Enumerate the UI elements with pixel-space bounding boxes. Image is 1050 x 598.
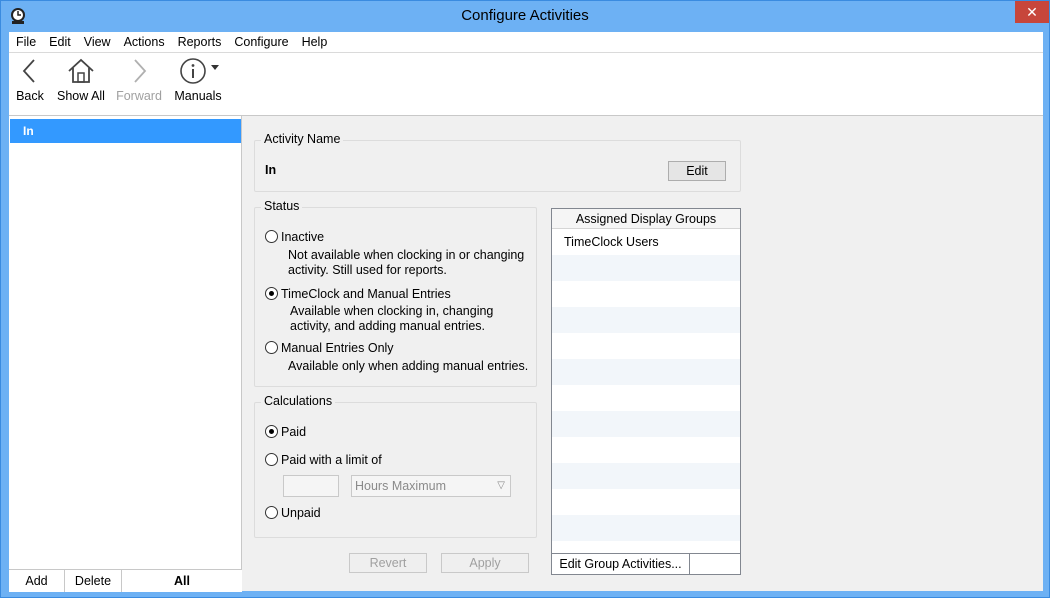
calc-paid-option[interactable]: Paid xyxy=(265,425,306,439)
display-groups-footer: Edit Group Activities... xyxy=(552,553,740,574)
status-manual-option[interactable]: Manual Entries Only xyxy=(265,341,394,355)
activity-details: Activity Name In Edit Status Inactive No… xyxy=(243,116,1043,592)
radio-button[interactable] xyxy=(265,453,278,466)
calc-unpaid-label: Unpaid xyxy=(281,506,321,520)
limit-hours-input[interactable] xyxy=(283,475,339,497)
calc-paid-label: Paid xyxy=(281,425,307,439)
menu-bar: File Edit View Actions Reports Configure… xyxy=(9,32,1043,52)
menu-view[interactable]: View xyxy=(77,35,117,49)
list-row-empty xyxy=(552,437,740,463)
show-all-button[interactable]: Show All xyxy=(56,57,106,113)
close-button[interactable]: ✕ xyxy=(1015,1,1049,23)
status-inactive-label: Inactive xyxy=(281,230,325,244)
menu-file[interactable]: File xyxy=(9,35,42,49)
edit-name-button[interactable]: Edit xyxy=(668,161,726,181)
back-button[interactable]: Back xyxy=(15,57,45,113)
calculations-heading: Calculations xyxy=(261,394,336,408)
list-row-empty xyxy=(552,515,740,541)
limit-unit-value: Hours Maximum xyxy=(355,479,446,493)
content-area: In Add Delete All Activity Name In Edit … xyxy=(9,115,1043,592)
apply-button[interactable]: Apply xyxy=(441,553,529,573)
window-title: Configure Activities xyxy=(461,7,589,24)
menu-actions[interactable]: Actions xyxy=(117,35,171,49)
manuals-button[interactable]: Manuals xyxy=(173,57,223,113)
app-window: Configure Activities ✕ File Edit View Ac… xyxy=(0,0,1050,598)
radio-button[interactable] xyxy=(265,506,278,519)
list-row-empty xyxy=(552,281,740,307)
menu-reports[interactable]: Reports xyxy=(171,35,228,49)
status-timeclock-label: TimeClock and Manual Entries xyxy=(281,287,451,301)
list-row-empty xyxy=(552,307,740,333)
list-item[interactable]: TimeClock Users xyxy=(552,229,740,255)
manuals-label: Manuals xyxy=(174,89,222,103)
activity-name-group: Activity Name In Edit xyxy=(254,132,741,192)
status-inactive-option[interactable]: Inactive xyxy=(265,230,324,244)
list-row-empty xyxy=(552,255,740,281)
radio-button[interactable] xyxy=(265,230,278,243)
menu-help[interactable]: Help xyxy=(295,35,334,49)
display-groups-panel: Assigned Display Groups TimeClock Users … xyxy=(551,208,741,575)
status-manual-label: Manual Entries Only xyxy=(281,341,394,355)
edit-group-activities-button[interactable]: Edit Group Activities... xyxy=(552,554,690,574)
radio-button[interactable] xyxy=(265,425,278,438)
calc-paid-limit-option[interactable]: Paid with a limit of xyxy=(265,453,382,467)
activity-name-heading: Activity Name xyxy=(261,132,344,146)
status-timeclock-option[interactable]: TimeClock and Manual Entries xyxy=(265,287,451,301)
limit-unit-select[interactable]: Hours Maximum ▽ xyxy=(351,475,511,497)
forward-arrow-icon xyxy=(134,59,147,83)
info-icon xyxy=(180,58,219,84)
back-arrow-icon xyxy=(22,59,35,83)
list-row-empty xyxy=(552,333,740,359)
activity-name-value: In xyxy=(265,163,277,177)
activity-list: In Add Delete All xyxy=(9,116,242,592)
delete-button[interactable]: Delete xyxy=(65,570,122,592)
list-actions: Add Delete All xyxy=(9,569,242,592)
list-row-empty xyxy=(552,385,740,411)
list-item[interactable]: In xyxy=(10,119,241,143)
add-button[interactable]: Add xyxy=(9,570,65,592)
title-bar: Configure Activities ✕ xyxy=(1,1,1049,32)
status-inactive-description: Not available when clocking in or changi… xyxy=(288,248,525,277)
home-icon xyxy=(68,58,94,83)
chevron-down-icon: ▽ xyxy=(497,480,505,491)
toolbar: Back Show All Forward Manuals xyxy=(9,52,1043,115)
list-row-empty xyxy=(552,411,740,437)
list-row-empty xyxy=(552,489,740,515)
status-heading: Status xyxy=(261,199,303,213)
list-row-empty xyxy=(552,359,740,385)
calculations-group: Calculations Paid Paid with a limit of H… xyxy=(254,394,537,538)
radio-button[interactable] xyxy=(265,341,278,354)
forward-button[interactable]: Forward xyxy=(115,57,163,113)
status-timeclock-description: Available when clocking in, changing act… xyxy=(290,304,494,333)
status-manual-description: Available only when adding manual entrie… xyxy=(288,359,529,373)
back-label: Back xyxy=(16,89,44,103)
menu-edit[interactable]: Edit xyxy=(42,35,77,49)
calc-unpaid-option[interactable]: Unpaid xyxy=(265,506,321,520)
status-group: Status Inactive Not available when clock… xyxy=(254,199,537,387)
calc-paid-limit-label: Paid with a limit of xyxy=(281,453,382,467)
display-groups-header[interactable]: Assigned Display Groups xyxy=(552,209,740,229)
list-row-empty xyxy=(552,463,740,489)
menu-configure[interactable]: Configure xyxy=(227,35,294,49)
all-filter-button[interactable]: All xyxy=(122,570,242,592)
show-all-label: Show All xyxy=(57,89,105,103)
radio-button[interactable] xyxy=(265,287,278,300)
forward-label: Forward xyxy=(116,89,162,103)
revert-button[interactable]: Revert xyxy=(349,553,427,573)
